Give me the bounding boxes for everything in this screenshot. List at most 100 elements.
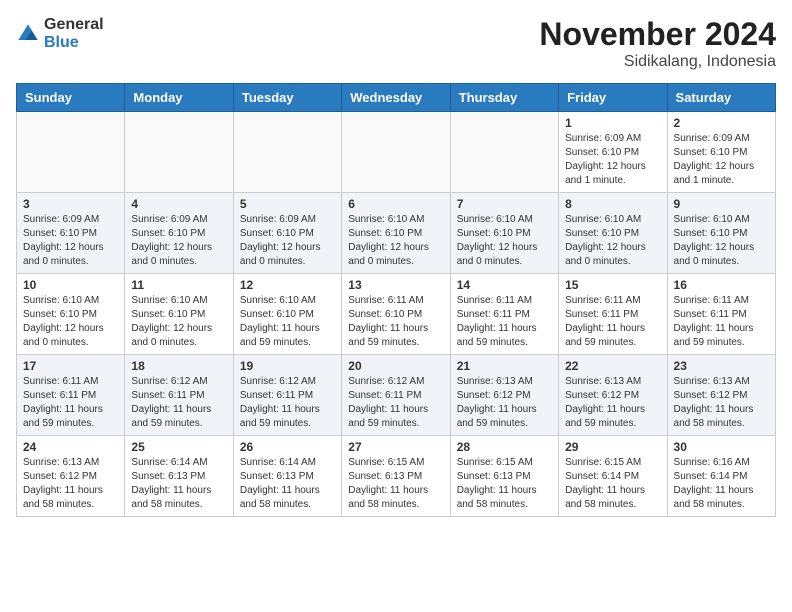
day-number: 26: [240, 440, 335, 454]
day-number: 11: [131, 278, 226, 292]
logo-icon: [16, 22, 40, 46]
calendar-cell: 29 Sunrise: 6:15 AM Sunset: 6:14 PM Dayli…: [559, 436, 667, 517]
calendar-cell: 10 Sunrise: 6:10 AM Sunset: 6:10 PM Dayli…: [17, 274, 125, 355]
calendar-cell: [233, 112, 341, 193]
day-number: 7: [457, 197, 552, 211]
calendar-day-header: Saturday: [667, 84, 775, 112]
calendar-cell: 7 Sunrise: 6:10 AM Sunset: 6:10 PM Daylig…: [450, 193, 558, 274]
title-block: November 2024 Sidikalang, Indonesia: [539, 16, 776, 71]
day-number: 24: [23, 440, 118, 454]
day-info: Sunrise: 6:15 AM Sunset: 6:14 PM Dayligh…: [565, 456, 660, 512]
calendar-table: SundayMondayTuesdayWednesdayThursdayFrid…: [16, 83, 776, 517]
day-number: 1: [565, 116, 660, 130]
day-info: Sunrise: 6:13 AM Sunset: 6:12 PM Dayligh…: [457, 375, 552, 431]
day-number: 20: [348, 359, 443, 373]
calendar-cell: 11 Sunrise: 6:10 AM Sunset: 6:10 PM Dayli…: [125, 274, 233, 355]
day-info: Sunrise: 6:10 AM Sunset: 6:10 PM Dayligh…: [565, 213, 660, 269]
calendar-week-row: 24Sunrise: 6:13 AM Sunset: 6:12 PM Dayli…: [17, 436, 776, 517]
day-info: Sunrise: 6:09 AM Sunset: 6:10 PM Dayligh…: [674, 132, 769, 188]
calendar-week-row: 1 Sunrise: 6:09 AM Sunset: 6:10 PM Daylig…: [17, 112, 776, 193]
calendar-cell: 2 Sunrise: 6:09 AM Sunset: 6:10 PM Daylig…: [667, 112, 775, 193]
day-number: 8: [565, 197, 660, 211]
day-info: Sunrise: 6:16 AM Sunset: 6:14 PM Dayligh…: [674, 456, 769, 512]
calendar-header-row: SundayMondayTuesdayWednesdayThursdayFrid…: [17, 84, 776, 112]
logo-general: General: [44, 16, 104, 34]
day-info: Sunrise: 6:10 AM Sunset: 6:10 PM Dayligh…: [457, 213, 552, 269]
day-info: Sunrise: 6:11 AM Sunset: 6:11 PM Dayligh…: [674, 294, 769, 350]
calendar-cell: 19Sunrise: 6:12 AM Sunset: 6:11 PM Dayli…: [233, 355, 341, 436]
day-number: 13: [348, 278, 443, 292]
day-info: Sunrise: 6:15 AM Sunset: 6:13 PM Dayligh…: [457, 456, 552, 512]
day-info: Sunrise: 6:12 AM Sunset: 6:11 PM Dayligh…: [131, 375, 226, 431]
day-info: Sunrise: 6:12 AM Sunset: 6:11 PM Dayligh…: [348, 375, 443, 431]
calendar-day-header: Thursday: [450, 84, 558, 112]
day-number: 29: [565, 440, 660, 454]
day-info: Sunrise: 6:11 AM Sunset: 6:10 PM Dayligh…: [348, 294, 443, 350]
day-number: 14: [457, 278, 552, 292]
calendar-cell: 21Sunrise: 6:13 AM Sunset: 6:12 PM Dayli…: [450, 355, 558, 436]
day-number: 12: [240, 278, 335, 292]
day-info: Sunrise: 6:09 AM Sunset: 6:10 PM Dayligh…: [131, 213, 226, 269]
calendar-cell: 30 Sunrise: 6:16 AM Sunset: 6:14 PM Dayli…: [667, 436, 775, 517]
calendar-cell: 26 Sunrise: 6:14 AM Sunset: 6:13 PM Dayli…: [233, 436, 341, 517]
calendar-cell: 6 Sunrise: 6:10 AM Sunset: 6:10 PM Daylig…: [342, 193, 450, 274]
day-number: 16: [674, 278, 769, 292]
day-number: 18: [131, 359, 226, 373]
day-info: Sunrise: 6:13 AM Sunset: 6:12 PM Dayligh…: [565, 375, 660, 431]
calendar-cell: 1Sunrise: 6:09 AM Sunset: 6:10 PM Daylig…: [559, 112, 667, 193]
calendar-cell: 15 Sunrise: 6:11 AM Sunset: 6:11 PM Dayli…: [559, 274, 667, 355]
calendar-week-row: 17 Sunrise: 6:11 AM Sunset: 6:11 PM Dayli…: [17, 355, 776, 436]
day-info: Sunrise: 6:14 AM Sunset: 6:13 PM Dayligh…: [240, 456, 335, 512]
calendar-day-header: Wednesday: [342, 84, 450, 112]
calendar-cell: 12 Sunrise: 6:10 AM Sunset: 6:10 PM Dayli…: [233, 274, 341, 355]
day-number: 3: [23, 197, 118, 211]
day-info: Sunrise: 6:10 AM Sunset: 6:10 PM Dayligh…: [240, 294, 335, 350]
calendar-day-header: Monday: [125, 84, 233, 112]
day-info: Sunrise: 6:09 AM Sunset: 6:10 PM Dayligh…: [23, 213, 118, 269]
page-subtitle: Sidikalang, Indonesia: [539, 53, 776, 71]
day-info: Sunrise: 6:14 AM Sunset: 6:13 PM Dayligh…: [131, 456, 226, 512]
day-number: 25: [131, 440, 226, 454]
day-number: 4: [131, 197, 226, 211]
day-info: Sunrise: 6:11 AM Sunset: 6:11 PM Dayligh…: [23, 375, 118, 431]
day-info: Sunrise: 6:10 AM Sunset: 6:10 PM Dayligh…: [23, 294, 118, 350]
calendar-cell: 3 Sunrise: 6:09 AM Sunset: 6:10 PM Daylig…: [17, 193, 125, 274]
day-info: Sunrise: 6:09 AM Sunset: 6:10 PM Dayligh…: [240, 213, 335, 269]
calendar-week-row: 3 Sunrise: 6:09 AM Sunset: 6:10 PM Daylig…: [17, 193, 776, 274]
day-number: 17: [23, 359, 118, 373]
day-number: 10: [23, 278, 118, 292]
calendar-day-header: Sunday: [17, 84, 125, 112]
calendar-cell: 20 Sunrise: 6:12 AM Sunset: 6:11 PM Dayli…: [342, 355, 450, 436]
logo-blue: Blue: [44, 34, 104, 52]
day-number: 15: [565, 278, 660, 292]
logo-text: General Blue: [44, 16, 104, 51]
day-info: Sunrise: 6:13 AM Sunset: 6:12 PM Dayligh…: [674, 375, 769, 431]
calendar-cell: 9 Sunrise: 6:10 AM Sunset: 6:10 PM Daylig…: [667, 193, 775, 274]
calendar-week-row: 10 Sunrise: 6:10 AM Sunset: 6:10 PM Dayli…: [17, 274, 776, 355]
calendar-cell: 28Sunrise: 6:15 AM Sunset: 6:13 PM Dayli…: [450, 436, 558, 517]
calendar-cell: 13 Sunrise: 6:11 AM Sunset: 6:10 PM Dayli…: [342, 274, 450, 355]
day-info: Sunrise: 6:10 AM Sunset: 6:10 PM Dayligh…: [674, 213, 769, 269]
day-number: 27: [348, 440, 443, 454]
day-number: 6: [348, 197, 443, 211]
day-info: Sunrise: 6:10 AM Sunset: 6:10 PM Dayligh…: [348, 213, 443, 269]
calendar-cell: 18 Sunrise: 6:12 AM Sunset: 6:11 PM Dayli…: [125, 355, 233, 436]
day-info: Sunrise: 6:11 AM Sunset: 6:11 PM Dayligh…: [457, 294, 552, 350]
day-number: 2: [674, 116, 769, 130]
calendar-cell: [450, 112, 558, 193]
day-info: Sunrise: 6:12 AM Sunset: 6:11 PM Dayligh…: [240, 375, 335, 431]
day-number: 30: [674, 440, 769, 454]
day-number: 5: [240, 197, 335, 211]
day-number: 23: [674, 359, 769, 373]
day-info: Sunrise: 6:11 AM Sunset: 6:11 PM Dayligh…: [565, 294, 660, 350]
calendar-cell: 27Sunrise: 6:15 AM Sunset: 6:13 PM Dayli…: [342, 436, 450, 517]
day-number: 9: [674, 197, 769, 211]
calendar-cell: 5 Sunrise: 6:09 AM Sunset: 6:10 PM Daylig…: [233, 193, 341, 274]
day-info: Sunrise: 6:10 AM Sunset: 6:10 PM Dayligh…: [131, 294, 226, 350]
calendar-day-header: Friday: [559, 84, 667, 112]
day-number: 22: [565, 359, 660, 373]
calendar-cell: 16 Sunrise: 6:11 AM Sunset: 6:11 PM Dayli…: [667, 274, 775, 355]
page-title: November 2024: [539, 16, 776, 53]
calendar-cell: [125, 112, 233, 193]
calendar-cell: 4 Sunrise: 6:09 AM Sunset: 6:10 PM Daylig…: [125, 193, 233, 274]
